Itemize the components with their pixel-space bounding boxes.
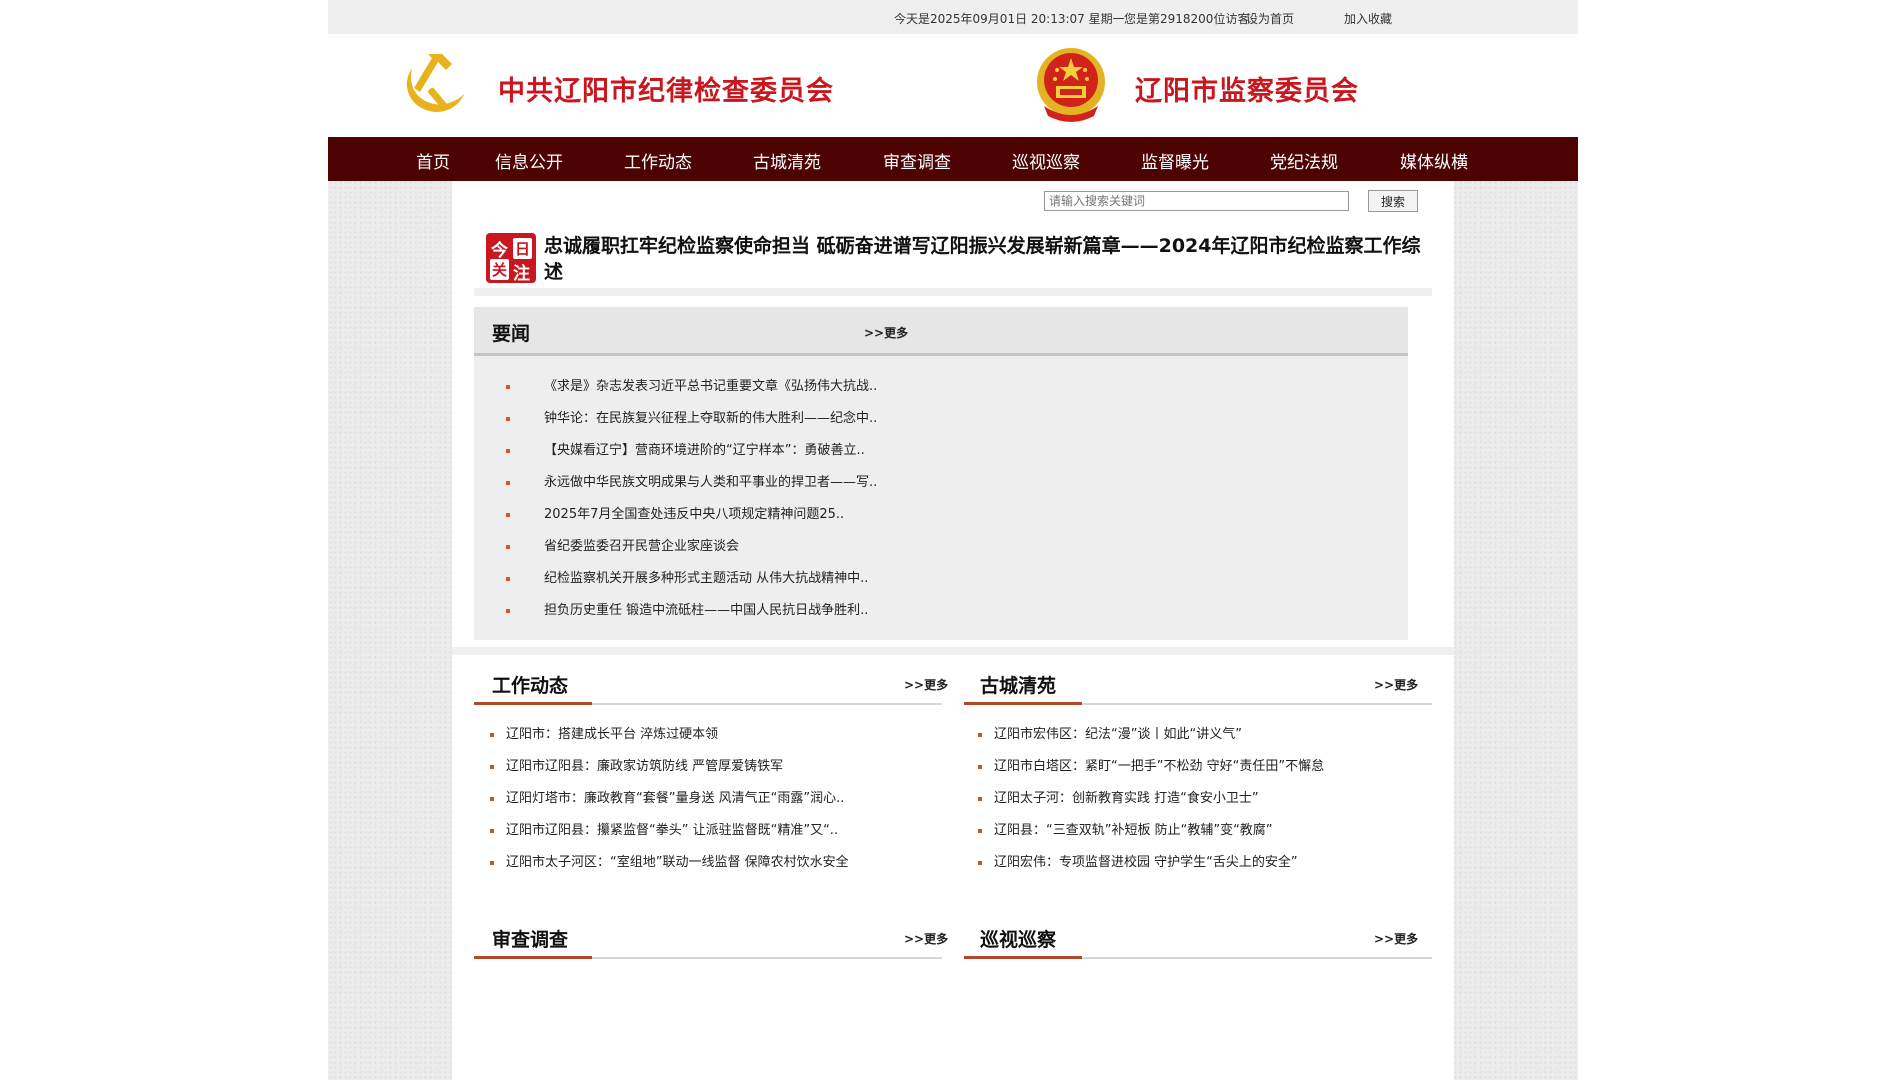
list-item[interactable]: 纪检监察机关开展多种形式主题活动 从伟大抗战精神中..: [506, 563, 1386, 595]
bullet-icon: [490, 829, 494, 833]
yaowen-header: 要闻 >>更多: [474, 307, 1408, 356]
bullet-icon: [490, 733, 494, 737]
list-item[interactable]: 辽阳市：搭建成长平台 淬炼过硬本领: [490, 719, 930, 751]
add-favorite-link[interactable]: 加入收藏: [1344, 10, 1392, 27]
xunshi-title: 巡视巡察: [980, 929, 1057, 951]
headline-text[interactable]: 忠诚履职扛牢纪检监察使命担当 砥砺奋进谱写辽阳振兴发展崭新篇章——2024年辽阳…: [544, 233, 1429, 285]
gucheng-title: 古城清苑: [980, 675, 1057, 697]
bullet-icon: [978, 765, 982, 769]
bullet-icon: [506, 577, 510, 581]
search-button[interactable]: 搜索: [1368, 190, 1418, 212]
nav-item-work-news[interactable]: 工作动态: [624, 148, 692, 173]
nav-item-exposure[interactable]: 监督曝光: [1141, 148, 1209, 173]
commission-title-right: 辽阳市监察委员会: [1135, 76, 1359, 107]
list-item[interactable]: 辽阳市白塔区：紧盯“一把手”不松劲 守好“责任田”不懈怠: [978, 751, 1418, 783]
party-emblem-icon: [406, 54, 464, 112]
gongzuo-header: 工作动态 >>更多: [474, 655, 948, 705]
headline-banner[interactable]: 今 日 关 注 忠诚履职扛牢纪检监察使命担当 砥砺奋进谱写辽阳振兴发展崭新篇章—…: [474, 229, 1432, 296]
list-item[interactable]: 省纪委监委召开民营企业家座谈会: [506, 531, 1386, 563]
bullet-icon: [506, 481, 510, 485]
nav-item-media[interactable]: 媒体纵横: [1400, 148, 1468, 173]
page-container: 今天是2025年09月01日 20:13:07 星期一 您是第2918200位访…: [328, 0, 1578, 1080]
shencha-header: 审查调查 >>更多: [474, 909, 948, 959]
date-time-text: 今天是2025年09月01日 20:13:07 星期一: [894, 12, 1125, 26]
nav-item-regulations[interactable]: 党纪法规: [1270, 148, 1338, 173]
xunshi-header: 巡视巡察 >>更多: [964, 909, 1432, 959]
list-item[interactable]: 辽阳市太子河区：“室组地”联动一线监督 保障农村饮水安全: [490, 847, 930, 879]
site-header: 中共辽阳市纪律检查委员会 辽阳市监察委员会: [328, 34, 1578, 137]
nav-item-home[interactable]: 首页: [416, 148, 450, 173]
top-bar: 今天是2025年09月01日 20:13:07 星期一 您是第2918200位访…: [328, 0, 1578, 34]
bullet-icon: [506, 449, 510, 453]
gongzuo-more-link[interactable]: >>更多: [904, 676, 948, 693]
commission-title-left: 中共辽阳市纪律检查委员会: [498, 76, 834, 107]
gucheng-header: 古城清苑 >>更多: [964, 655, 1432, 705]
gongzuo-list: 辽阳市：搭建成长平台 淬炼过硬本领 辽阳市辽阳县：廉政家访筑防线 严管厚爱铸铁军…: [490, 719, 930, 879]
nav-item-info-public[interactable]: 信息公开: [495, 148, 563, 173]
bullet-icon: [978, 797, 982, 801]
gucheng-list: 辽阳市宏伟区：纪法“漫”谈丨如此“讲义气” 辽阳市白塔区：紧盯“一把手”不松劲 …: [978, 719, 1418, 879]
yaowen-list: 《求是》杂志发表习近平总书记重要文章《弘扬伟大抗战.. 钟华论：在民族复兴征程上…: [506, 371, 1386, 627]
list-item[interactable]: 钟华论：在民族复兴征程上夺取新的伟大胜利——纪念中..: [506, 403, 1386, 435]
bullet-icon: [978, 861, 982, 865]
list-item[interactable]: 担负历史重任 锻造中流砥柱——中国人民抗日战争胜利..: [506, 595, 1386, 627]
nav-item-inspection[interactable]: 巡视巡察: [1012, 148, 1080, 173]
list-item[interactable]: 辽阳县：“三查双轨”补短板 防止“教辅”变“教腐”: [978, 815, 1418, 847]
list-item[interactable]: 《求是》杂志发表习近平总书记重要文章《弘扬伟大抗战..: [506, 371, 1386, 403]
section-divider: [452, 647, 1454, 655]
list-item[interactable]: 【央媒看辽宁】营商环境进阶的“辽宁样本”：勇破善立..: [506, 435, 1386, 467]
main-content: 搜索 今 日 关 注 忠诚履职扛牢纪检监察使命担当 砥砺奋进谱写辽阳振兴发展崭新…: [452, 181, 1454, 1080]
bullet-icon: [490, 797, 494, 801]
main-nav: 首页 信息公开 工作动态 古城清苑 审查调查 巡视巡察 监督曝光 党纪法规 媒体…: [328, 137, 1578, 181]
visitor-count-text: 您是第2918200位访客: [1124, 12, 1250, 26]
xunshi-more-link[interactable]: >>更多: [1374, 930, 1418, 947]
gongzuo-title: 工作动态: [492, 675, 569, 697]
list-item[interactable]: 辽阳灯塔市：廉政教育“套餐”量身送 风清气正“雨露”润心..: [490, 783, 930, 815]
shencha-accent-bar: [474, 956, 592, 959]
list-item[interactable]: 辽阳宏伟：专项监督进校园 守护学生“舌尖上的安全”: [978, 847, 1418, 879]
national-emblem-icon: [1037, 48, 1105, 122]
shencha-title: 审查调查: [492, 929, 569, 951]
list-item[interactable]: 辽阳市宏伟区：纪法“漫”谈丨如此“讲义气”: [978, 719, 1418, 751]
bullet-icon: [490, 765, 494, 769]
today-focus-badge-icon: 今 日 关 注: [486, 233, 536, 284]
gongzuo-accent-bar: [474, 702, 592, 705]
list-item[interactable]: 辽阳市辽阳县：廉政家访筑防线 严管厚爱铸铁军: [490, 751, 930, 783]
bullet-icon: [506, 545, 510, 549]
bullet-icon: [490, 861, 494, 865]
bullet-icon: [978, 733, 982, 737]
yaowen-panel: 要闻 >>更多 《求是》杂志发表习近平总书记重要文章《弘扬伟大抗战.. 钟华论：…: [474, 307, 1408, 640]
gucheng-accent-bar: [964, 702, 1082, 705]
nav-item-investigation[interactable]: 审查调查: [883, 148, 951, 173]
bullet-icon: [506, 513, 510, 517]
bullet-icon: [978, 829, 982, 833]
set-homepage-link[interactable]: 设为首页: [1246, 10, 1294, 27]
search-input[interactable]: [1044, 191, 1349, 211]
xunshi-accent-bar: [964, 956, 1082, 959]
list-item[interactable]: 辽阳市辽阳县：攥紧监督“拳头” 让派驻监督既“精准”又“..: [490, 815, 930, 847]
shencha-more-link[interactable]: >>更多: [904, 930, 948, 947]
bullet-icon: [506, 385, 510, 389]
yaowen-title: 要闻: [492, 323, 531, 345]
bullet-icon: [506, 609, 510, 613]
list-item[interactable]: 辽阳太子河：创新教育实践 打造“食安小卫士”: [978, 783, 1418, 815]
nav-item-gucheng[interactable]: 古城清苑: [753, 148, 821, 173]
list-item[interactable]: 永远做中华民族文明成果与人类和平事业的捍卫者——写..: [506, 467, 1386, 499]
bullet-icon: [506, 417, 510, 421]
yaowen-more-link[interactable]: >>更多: [864, 324, 908, 341]
list-item[interactable]: 2025年7月全国查处违反中央八项规定精神问题25..: [506, 499, 1386, 531]
gucheng-more-link[interactable]: >>更多: [1374, 676, 1418, 693]
